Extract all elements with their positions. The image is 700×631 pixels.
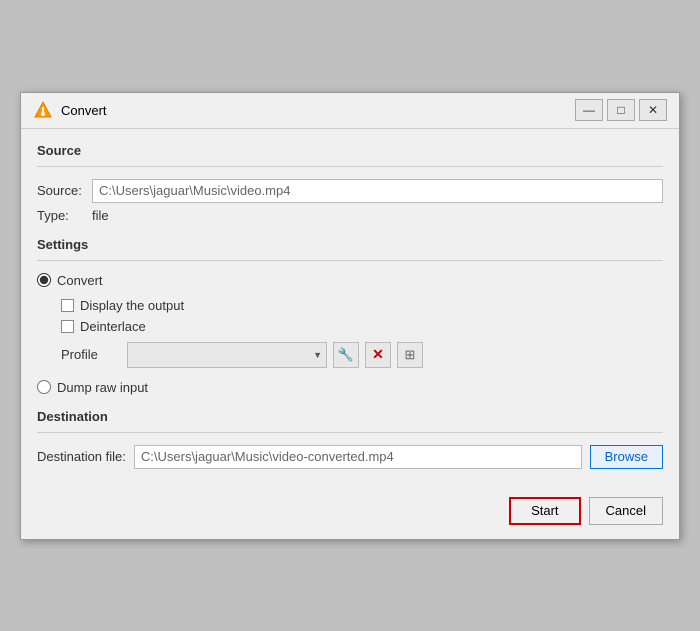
title-bar-left: Convert [33, 100, 107, 120]
convert-radio-label: Convert [57, 273, 103, 288]
vlc-icon [33, 100, 53, 120]
destination-section-label: Destination [37, 409, 663, 424]
title-bar: Convert — □ ✕ [21, 93, 679, 129]
start-button[interactable]: Start [509, 497, 580, 525]
profile-label: Profile [61, 347, 121, 362]
source-label: Source: [37, 183, 92, 198]
destination-field-row: Destination file: Browse [37, 445, 663, 469]
convert-dialog: Convert — □ ✕ Source Source: Type: file … [20, 92, 680, 540]
cancel-button[interactable]: Cancel [589, 497, 663, 525]
deinterlace-label: Deinterlace [80, 319, 146, 334]
type-value: file [92, 208, 109, 223]
dump-radio[interactable] [37, 380, 51, 394]
type-field-row: Type: file [37, 208, 663, 223]
settings-divider [37, 260, 663, 261]
title-bar-controls: — □ ✕ [575, 99, 667, 121]
type-label: Type: [37, 208, 92, 223]
profile-select-wrapper: Video - H.264 + MP3 (MP4) Video - H.265 … [127, 342, 327, 368]
browse-button[interactable]: Browse [590, 445, 663, 469]
profile-row: Profile Video - H.264 + MP3 (MP4) Video … [61, 342, 663, 368]
new-profile-icon: ⊞ [405, 347, 416, 363]
source-input[interactable] [92, 179, 663, 203]
display-output-label: Display the output [80, 298, 184, 313]
source-section: Source Source: Type: file [37, 143, 663, 223]
minimize-button[interactable]: — [575, 99, 603, 121]
maximize-button[interactable]: □ [607, 99, 635, 121]
destination-input[interactable] [134, 445, 582, 469]
deinterlace-checkbox[interactable] [61, 320, 74, 333]
dialog-footer: Start Cancel [21, 483, 679, 539]
convert-options: Display the output Deinterlace Profile V… [37, 298, 663, 368]
convert-radio[interactable] [37, 273, 51, 287]
settings-section-label: Settings [37, 237, 663, 252]
profile-delete-button[interactable]: ✕ [365, 342, 391, 368]
source-field-row: Source: [37, 179, 663, 203]
profile-select[interactable]: Video - H.264 + MP3 (MP4) Video - H.265 … [127, 342, 327, 368]
dump-radio-row: Dump raw input [37, 380, 663, 395]
display-output-row: Display the output [61, 298, 663, 313]
close-button[interactable]: ✕ [639, 99, 667, 121]
wrench-icon: 🔧 [338, 347, 354, 363]
source-section-label: Source [37, 143, 663, 158]
dump-radio-label: Dump raw input [57, 380, 148, 395]
convert-radio-row: Convert [37, 273, 663, 288]
destination-divider [37, 432, 663, 433]
destination-section: Destination Destination file: Browse [37, 409, 663, 469]
profile-edit-button[interactable]: 🔧 [333, 342, 359, 368]
profile-new-button[interactable]: ⊞ [397, 342, 423, 368]
display-output-checkbox[interactable] [61, 299, 74, 312]
deinterlace-row: Deinterlace [61, 319, 663, 334]
dialog-content: Source Source: Type: file Settings Conve… [21, 129, 679, 483]
settings-section: Settings Convert Display the output Dein… [37, 237, 663, 395]
destination-label: Destination file: [37, 449, 126, 464]
window-title: Convert [61, 103, 107, 118]
source-divider [37, 166, 663, 167]
delete-icon: ✕ [372, 346, 384, 363]
